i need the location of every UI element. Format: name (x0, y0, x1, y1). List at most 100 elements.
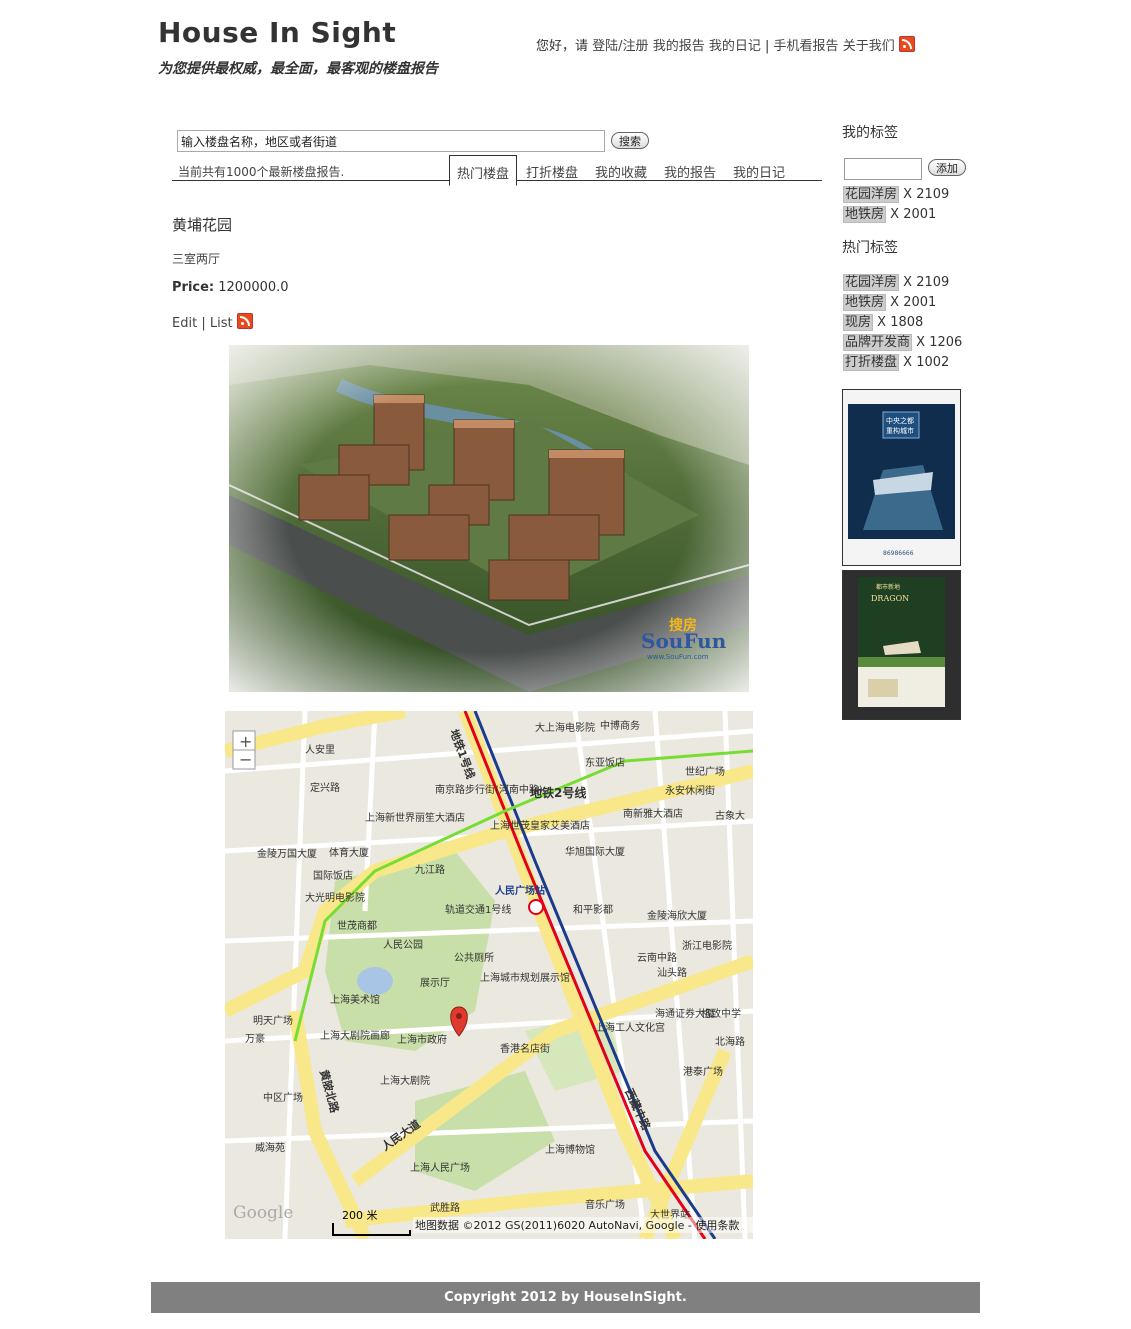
map-label-toilet: 公共厕所 (454, 952, 494, 964)
nav-separator: | (765, 39, 770, 54)
price-label: Price: (172, 280, 215, 295)
map-label-weihai: 威海苑 (255, 1141, 285, 1154)
my-reports-link[interactable]: 我的报告 (653, 39, 705, 54)
search-input[interactable] (177, 130, 605, 152)
map-label-beihai: 北海路 (715, 1035, 745, 1048)
tab-hot-properties[interactable]: 热门楼盘 (449, 155, 518, 186)
map-label-daguangming: 大光明电影院 (305, 891, 365, 904)
tag-count: X 2001 (890, 295, 937, 310)
ad-banner-2[interactable]: 都市新地 DRAGON (842, 570, 961, 720)
map-label-shantou: 汕头路 (657, 966, 687, 979)
hot-tag-row: 品牌开发商 X 1206 (843, 331, 962, 351)
tag-count: X 2109 (903, 187, 950, 202)
map-label-shiji: 世纪广场 (685, 765, 725, 778)
map-label-music-square: 音乐广场 (585, 1198, 625, 1211)
my-tag-row: 地铁房 X 2001 (843, 203, 937, 223)
action-separator: | (201, 316, 206, 331)
metro-station-icon (528, 899, 544, 915)
property-actions: Edit | List (172, 313, 253, 331)
tag-chip[interactable]: 花园洋房 (843, 274, 900, 291)
zoom-out-button: − (239, 750, 252, 769)
tag-chip[interactable]: 品牌开发商 (843, 334, 913, 351)
ad2-line2: DRAGON (871, 594, 909, 603)
hot-tag-row: 地铁房 X 2001 (843, 291, 937, 311)
login-link[interactable]: 登陆/注册 (592, 39, 648, 54)
property-price: Price: 1200000.0 (172, 280, 289, 295)
map-label-huaxu: 华旭国际大厦 (565, 845, 625, 858)
map-label-tiyu: 体育大厦 (329, 846, 369, 859)
tag-chip[interactable]: 打折楼盘 (843, 354, 900, 371)
map-label-renmin-square-station: 人民广场站 (495, 884, 545, 897)
site-title[interactable]: House In Sight (158, 16, 396, 49)
my-tag-row: 花园洋房 X 2109 (843, 183, 950, 203)
map-label-urban-planning: 上海城市规划展示馆 (480, 971, 570, 984)
map-label-shimao-royal: 上海世茂皇家艾美酒店 (490, 819, 590, 832)
map-label-renmin-park: 人民公园 (383, 939, 423, 951)
zoom-in-button: + (239, 732, 252, 751)
add-tag-button[interactable]: 添加 (928, 159, 966, 176)
greeting-text: 您好，请 (536, 39, 589, 54)
hot-tags-title: 热门标签 (842, 240, 898, 256)
map-label-gangtai: 港泰广场 (683, 1065, 723, 1078)
map-label-art-museum: 上海美术馆 (330, 993, 380, 1006)
map-label-nanjinglu: 南京路步行街(河南中路) (435, 783, 543, 796)
my-diary-link[interactable]: 我的日记 (709, 39, 761, 54)
tab-my-diary[interactable]: 我的日记 (733, 162, 785, 181)
tag-chip[interactable]: 地铁房 (843, 294, 887, 311)
tag-count: X 2109 (903, 275, 950, 290)
map-label-mingtian: 明天广场 (253, 1014, 293, 1027)
edit-link[interactable]: Edit (172, 316, 197, 331)
map-label-zhongbo: 中博商务 (600, 719, 640, 732)
map-label-wusheng: 武胜路 (430, 1201, 460, 1214)
soufun-cn-watermark: 搜房 (669, 617, 697, 634)
map-scale-label: 200 米 (342, 1209, 378, 1222)
hot-tag-row: 打折楼盘 X 1002 (843, 351, 950, 371)
map-label-zhongqu: 中区广场 (263, 1091, 303, 1104)
site-tagline: 为您提供最权威，最全面，最客观的楼盘报告 (158, 61, 438, 77)
map-label-grand-theatre-gallery: 上海大剧院画廊 (320, 1029, 390, 1042)
map-label-heping: 和平影都 (573, 904, 613, 916)
map-label-city-hall: 上海市政府 (397, 1033, 447, 1046)
map-label-yunnan: 云南中路 (637, 951, 677, 964)
weibo-icon[interactable] (898, 36, 915, 52)
search-button[interactable]: 搜索 (611, 132, 649, 149)
list-link[interactable]: List (210, 316, 233, 331)
ad-banner-1[interactable]: 中央之都 重构城市 86986666 (842, 389, 961, 566)
soufun-url: www.SouFun.com (647, 653, 709, 661)
tab-my-favorites[interactable]: 我的收藏 (595, 162, 647, 181)
ad1-phone: 86986666 (883, 550, 914, 557)
tag-count: X 1002 (903, 355, 950, 370)
map-label-jinling-wanguo: 金陵万国大厦 (257, 847, 317, 860)
tag-input[interactable] (844, 158, 922, 180)
map-label-gezhi: 格致中学 (701, 1007, 741, 1020)
map-label-nanxinya: 南新雅大酒店 (623, 807, 683, 820)
property-name: 黄埔花园 (172, 216, 233, 234)
mobile-link[interactable]: 手机看报告 (774, 39, 839, 54)
map-label-wanhao: 万豪 (245, 1032, 265, 1045)
tab-discount-properties[interactable]: 打折楼盘 (526, 162, 578, 181)
tag-chip[interactable]: 花园洋房 (843, 186, 900, 203)
map-attribution: 地图数据 ©2012 GS(2011)6020 AutoNavi, Google… (415, 1218, 739, 1232)
map-label-dashanghai: 大上海电影院 (535, 721, 595, 734)
weibo-share-icon[interactable] (236, 313, 253, 329)
ad1-line1: 中央之都 (886, 416, 914, 425)
tag-chip[interactable]: 地铁房 (843, 206, 887, 223)
map-label-dingxing: 定兴路 (310, 781, 340, 794)
about-link[interactable]: 关于我们 (843, 39, 895, 54)
map-label-renanli: 人安里 (305, 743, 335, 756)
google-logo: Google (233, 1203, 293, 1223)
tab-my-reports[interactable]: 我的报告 (664, 162, 716, 181)
tag-count: X 2001 (890, 207, 937, 222)
tag-chip[interactable]: 现房 (843, 314, 874, 331)
top-nav: 您好，请 登陆/注册 我的报告 我的日记 | 手机看报告 关于我们 (536, 35, 915, 54)
map-label-people-square: 上海人民广场 (410, 1161, 470, 1174)
map-label-jiujiang: 九江路 (415, 863, 445, 876)
zoom-control: + − (232, 730, 256, 770)
map-label-xinshijie: 上海新世界丽笙大酒店 (365, 811, 465, 824)
ad2-line1: 都市新地 (876, 583, 900, 591)
report-count: 当前共有1000个最新楼盘报告. (178, 165, 345, 179)
my-tags-title: 我的标签 (842, 125, 898, 141)
google-map[interactable]: 大上海电影院 中博商务 人安里 东亚饭店 世纪广场 定兴路 地铁2号线 南京路步… (225, 711, 753, 1239)
map-label-jinlinghai: 金陵海欣大厦 (647, 909, 707, 922)
page-footer: Copyright 2012 by HouseInSight. (151, 1282, 980, 1313)
